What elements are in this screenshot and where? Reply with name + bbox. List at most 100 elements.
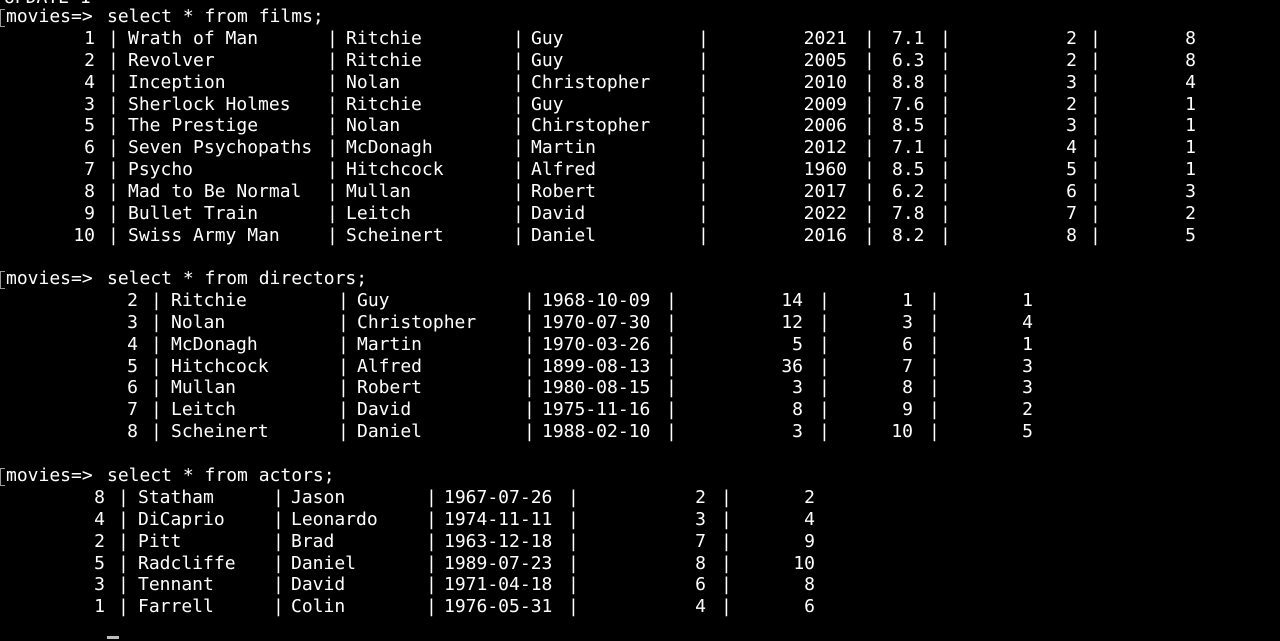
result-cell: 4 — [84, 71, 95, 93]
result-cell: 2005 — [803, 49, 847, 71]
result-cell: Mullan — [171, 377, 237, 399]
result-cell: Guy — [531, 49, 564, 71]
result-cell: Nolan — [171, 311, 226, 333]
result-cell: Alfred — [357, 355, 423, 377]
column-separator: | — [721, 574, 732, 596]
result-cell: 3 — [1066, 71, 1077, 93]
result-cell: Mullan — [346, 181, 412, 203]
column-separator: | — [819, 311, 830, 333]
result-cell: 3 — [127, 311, 138, 333]
result-cell: Robert — [357, 377, 423, 399]
result-cell: Brad — [291, 530, 335, 552]
column-separator: | — [568, 486, 579, 508]
terminal-window[interactable]: UPDATE 1 movies=>select * from films;1Wr… — [0, 0, 1280, 641]
result-cell: Leonardo — [291, 508, 378, 530]
result-cell: 3 — [695, 508, 706, 530]
column-separator: | — [1090, 115, 1101, 137]
column-separator: | — [338, 377, 349, 399]
result-cell: 8 — [695, 552, 706, 574]
result-cell: 7 — [902, 355, 913, 377]
result-cell: 8 — [127, 421, 138, 443]
result-cell: 1970-03-26 — [542, 333, 651, 355]
column-separator: | — [327, 93, 338, 115]
result-cell: 3 — [1066, 115, 1077, 137]
column-separator: | — [108, 71, 119, 93]
column-separator: | — [568, 596, 579, 618]
column-separator: | — [940, 71, 951, 93]
result-row: 7 Leitch David 1975-11-16 8 9 2 | | | | | | — [0, 399, 1280, 421]
result-cell: 2 — [84, 49, 95, 71]
result-cell: Bullet Train — [128, 203, 259, 225]
column-separator: | — [327, 137, 338, 159]
column-separator: | — [1090, 159, 1101, 181]
column-separator: | — [118, 486, 129, 508]
column-separator: | — [864, 115, 875, 137]
result-cell: Leitch — [171, 399, 237, 421]
result-cell: 1963-12-18 — [444, 530, 553, 552]
column-separator: | — [108, 181, 119, 203]
column-separator: | — [513, 159, 524, 181]
column-separator: | — [929, 333, 940, 355]
column-separator: | — [864, 27, 875, 49]
result-cell: 1 — [1022, 289, 1033, 311]
result-cell: 10 — [793, 552, 815, 574]
column-separator: | — [513, 49, 524, 71]
column-separator: | — [1090, 27, 1101, 49]
column-separator: | — [513, 71, 524, 93]
column-separator: | — [929, 289, 940, 311]
result-cell: 3 — [792, 377, 803, 399]
column-separator: | — [1090, 137, 1101, 159]
result-cell: Farrell — [138, 596, 214, 618]
result-cell: Scheinert — [171, 421, 269, 443]
column-separator: | — [940, 49, 951, 71]
query-output-block: movies=> select * from films; 1 Wrath of Ma… — [0, 6, 1280, 247]
result-cell: 1 — [1185, 159, 1196, 181]
column-separator: | — [864, 224, 875, 246]
result-cell: Radcliffe — [138, 552, 236, 574]
prompt-mark — [0, 468, 5, 486]
sql-command: select * from directors; — [107, 268, 368, 289]
result-cell: 4 — [127, 333, 138, 355]
column-separator: | — [108, 93, 119, 115]
column-separator: | — [327, 49, 338, 71]
result-cell: 2 — [1066, 93, 1077, 115]
result-cell: Wrath of Man — [128, 27, 259, 49]
column-separator: | — [327, 115, 338, 137]
result-row: 5 The Prestige Nolan Chirstopher 2006 8.5 3 1 | |… — [0, 115, 1280, 137]
column-separator: | — [568, 574, 579, 596]
result-cell: 2 — [695, 486, 706, 508]
column-separator: | — [118, 552, 129, 574]
result-cell: 1960 — [803, 159, 847, 181]
result-cell: 1 — [902, 289, 913, 311]
result-cell: 1 — [84, 27, 95, 49]
column-separator: | — [698, 49, 709, 71]
result-cell: 1967-07-26 — [444, 486, 553, 508]
column-separator: | — [513, 181, 524, 203]
column-separator: | — [327, 159, 338, 181]
query-output-block: movies=> select * from actors; 8 Statham Jas… — [0, 465, 1280, 618]
result-cell: 1 — [1185, 137, 1196, 159]
result-cell: Guy — [357, 289, 390, 311]
column-separator: | — [864, 203, 875, 225]
result-row: 8 Scheinert Daniel 1988-02-10 3 10 5 | | | | | | — [0, 421, 1280, 443]
column-separator: | — [327, 224, 338, 246]
prompt-mark — [0, 9, 5, 27]
result-row: 4 DiCaprio Leonardo 1974-11-11 3 4 | | | | | — [0, 509, 1280, 531]
result-cell: 3 — [84, 93, 95, 115]
column-separator: | — [513, 27, 524, 49]
result-cell: 7.8 — [892, 203, 925, 225]
result-cell: 7 — [695, 530, 706, 552]
result-cell: 2 — [804, 486, 815, 508]
result-cell: 9 — [84, 203, 95, 225]
column-separator: | — [273, 530, 284, 552]
result-cell: 1968-10-09 — [542, 289, 651, 311]
result-cell: 3 — [1022, 377, 1033, 399]
result-cell: Daniel — [531, 224, 597, 246]
result-cell: 2012 — [803, 137, 847, 159]
result-row: 2 Pitt Brad 1963-12-18 7 9 | | | | | — [0, 531, 1280, 553]
column-separator: | — [513, 224, 524, 246]
result-cell: Tennant — [138, 574, 214, 596]
result-row: 3 Sherlock Holmes Ritchie Guy 2009 7.6 2 1 | | | | |… — [0, 94, 1280, 116]
result-cell: 4 — [1066, 137, 1077, 159]
column-separator: | — [698, 27, 709, 49]
